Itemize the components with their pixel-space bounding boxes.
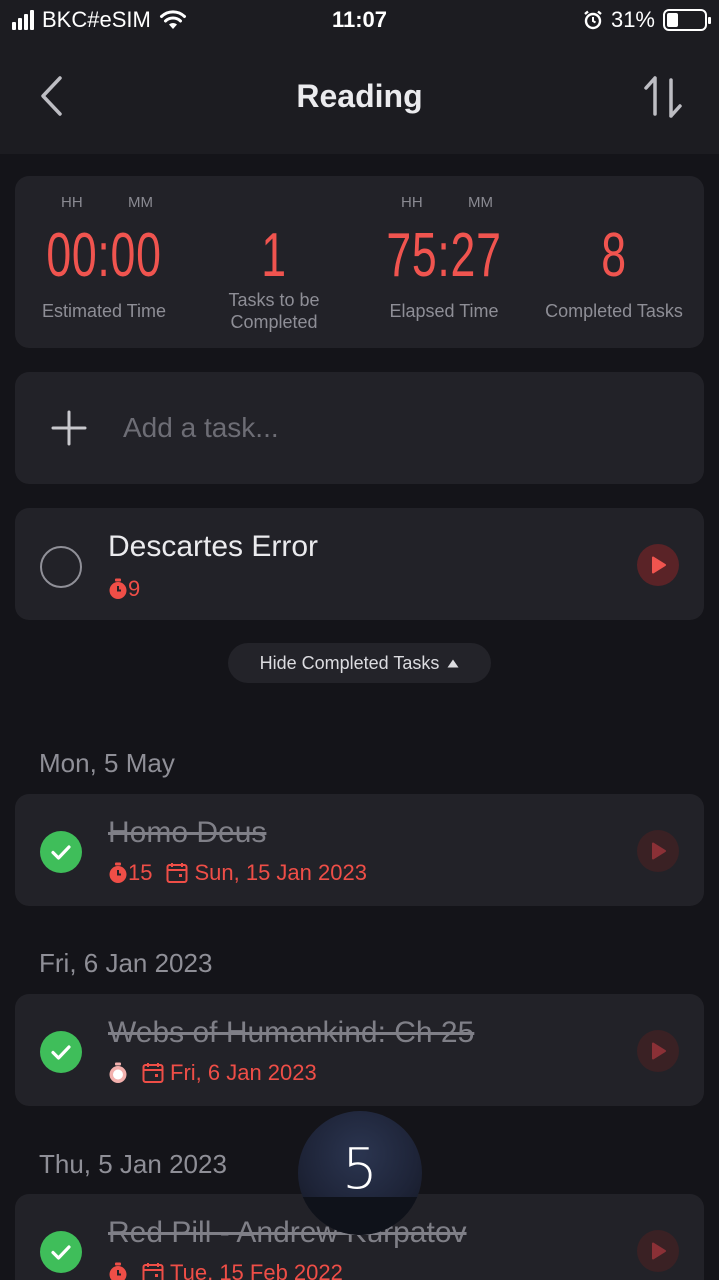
play-icon xyxy=(652,556,666,574)
due-date-value: Fri, 6 Jan 2023 xyxy=(170,1060,317,1085)
hours-unit: HH xyxy=(401,194,423,211)
tasks-to-complete-value: 1 xyxy=(261,221,287,290)
play-icon xyxy=(652,1042,666,1060)
task-title: Homo Deus xyxy=(108,816,267,849)
caret-up-icon xyxy=(447,659,459,667)
nav-header: Reading xyxy=(0,40,719,154)
task-checkbox-checked[interactable] xyxy=(40,1031,82,1073)
hours-unit: HH xyxy=(61,194,83,211)
timer-icon xyxy=(109,862,127,883)
due-date: Fri, 6 Jan 2023 xyxy=(142,1060,317,1086)
alarm-icon xyxy=(584,10,602,30)
section-date: Thu, 5 Jan 2023 xyxy=(39,1149,227,1179)
timer-icon xyxy=(109,578,127,599)
battery-percent: 31% xyxy=(610,7,655,32)
floating-timer-bubble[interactable]: 5 xyxy=(298,1111,422,1235)
pomodoro-count xyxy=(108,1062,128,1084)
elapsed-time-label: Elapsed Time xyxy=(389,301,499,321)
task-checkbox-checked[interactable] xyxy=(40,831,82,873)
plus-icon[interactable] xyxy=(51,410,87,446)
task-checkbox-checked[interactable] xyxy=(40,1231,82,1273)
play-icon xyxy=(652,1242,666,1260)
timer-icon xyxy=(109,1262,127,1280)
minutes-unit: MM xyxy=(128,194,153,211)
pomodoro-count: 15 xyxy=(108,860,152,886)
task-title: Descartes Error xyxy=(108,530,319,563)
calendar-icon xyxy=(142,1063,164,1083)
tasks-to-complete-label-1: Tasks to be xyxy=(228,290,320,310)
calendar-icon xyxy=(142,1263,164,1280)
task-checkbox[interactable] xyxy=(40,546,82,588)
completed-task-card[interactable]: Homo Deus 15 Sun, 15 Jan 2023 xyxy=(15,794,704,906)
estimated-time-label: Estimated Time xyxy=(41,301,167,321)
pomodoro-value: 9 xyxy=(128,576,141,601)
play-button[interactable] xyxy=(637,1230,679,1272)
sort-icon xyxy=(644,76,682,118)
battery-icon xyxy=(663,9,711,31)
timer-icon xyxy=(109,1062,127,1083)
checkmark-icon xyxy=(51,1245,71,1260)
status-bar: BKC#eSIM 11:07 31% xyxy=(0,0,719,40)
task-title: Webs of Humankind: Ch 25 xyxy=(108,1016,475,1049)
checkmark-icon xyxy=(51,845,71,860)
task-card[interactable]: Descartes Error 9 xyxy=(15,508,704,620)
elapsed-time-value: 75:27 xyxy=(386,221,502,290)
due-date: Tue, 15 Feb 2022 xyxy=(142,1260,343,1280)
calendar-icon xyxy=(166,863,188,883)
toggle-label: Hide Completed Tasks xyxy=(259,652,440,673)
elapsed-time-stat: HH MM 75:27 Elapsed Time xyxy=(358,176,530,348)
tasks-to-complete-stat: 1 Tasks to be Completed xyxy=(188,176,360,348)
pomodoro-count xyxy=(108,1262,128,1280)
sort-button[interactable] xyxy=(639,74,687,120)
pomodoro-value: 15 xyxy=(128,860,153,885)
completed-tasks-value: 8 xyxy=(601,221,627,290)
due-date: Sun, 15 Jan 2023 xyxy=(166,860,367,886)
page-title: Reading xyxy=(296,78,423,114)
play-button[interactable] xyxy=(637,1030,679,1072)
estimated-time-value: 00:00 xyxy=(46,221,162,290)
completed-tasks-stat: 8 Completed Tasks xyxy=(528,176,700,348)
bubble-landscape xyxy=(298,1197,422,1235)
floating-timer-value: 5 xyxy=(342,1137,378,1202)
completed-tasks-label: Completed Tasks xyxy=(545,301,683,321)
due-date-value: Tue, 15 Feb 2022 xyxy=(170,1260,343,1280)
play-button[interactable] xyxy=(637,544,679,586)
tasks-to-complete-label-2: Completed xyxy=(230,312,318,332)
add-task-input[interactable] xyxy=(123,408,663,448)
stats-card: HH MM 00:00 Estimated Time 1 Tasks to be… xyxy=(15,176,704,348)
pomodoro-count: 9 xyxy=(108,576,140,602)
section-date: Fri, 6 Jan 2023 xyxy=(39,948,213,978)
play-button[interactable] xyxy=(637,830,679,872)
section-date: Mon, 5 May xyxy=(39,748,175,778)
estimated-time-stat: HH MM 00:00 Estimated Time xyxy=(18,176,190,348)
play-icon xyxy=(652,842,666,860)
add-task-bar[interactable] xyxy=(15,372,704,484)
checkmark-icon xyxy=(51,1045,71,1060)
completed-task-card[interactable]: Webs of Humankind: Ch 25 Fri, 6 Jan 2023 xyxy=(15,994,704,1106)
hide-completed-toggle[interactable]: Hide Completed Tasks xyxy=(228,643,491,683)
due-date-value: Sun, 15 Jan 2023 xyxy=(194,860,367,885)
minutes-unit: MM xyxy=(468,194,493,211)
